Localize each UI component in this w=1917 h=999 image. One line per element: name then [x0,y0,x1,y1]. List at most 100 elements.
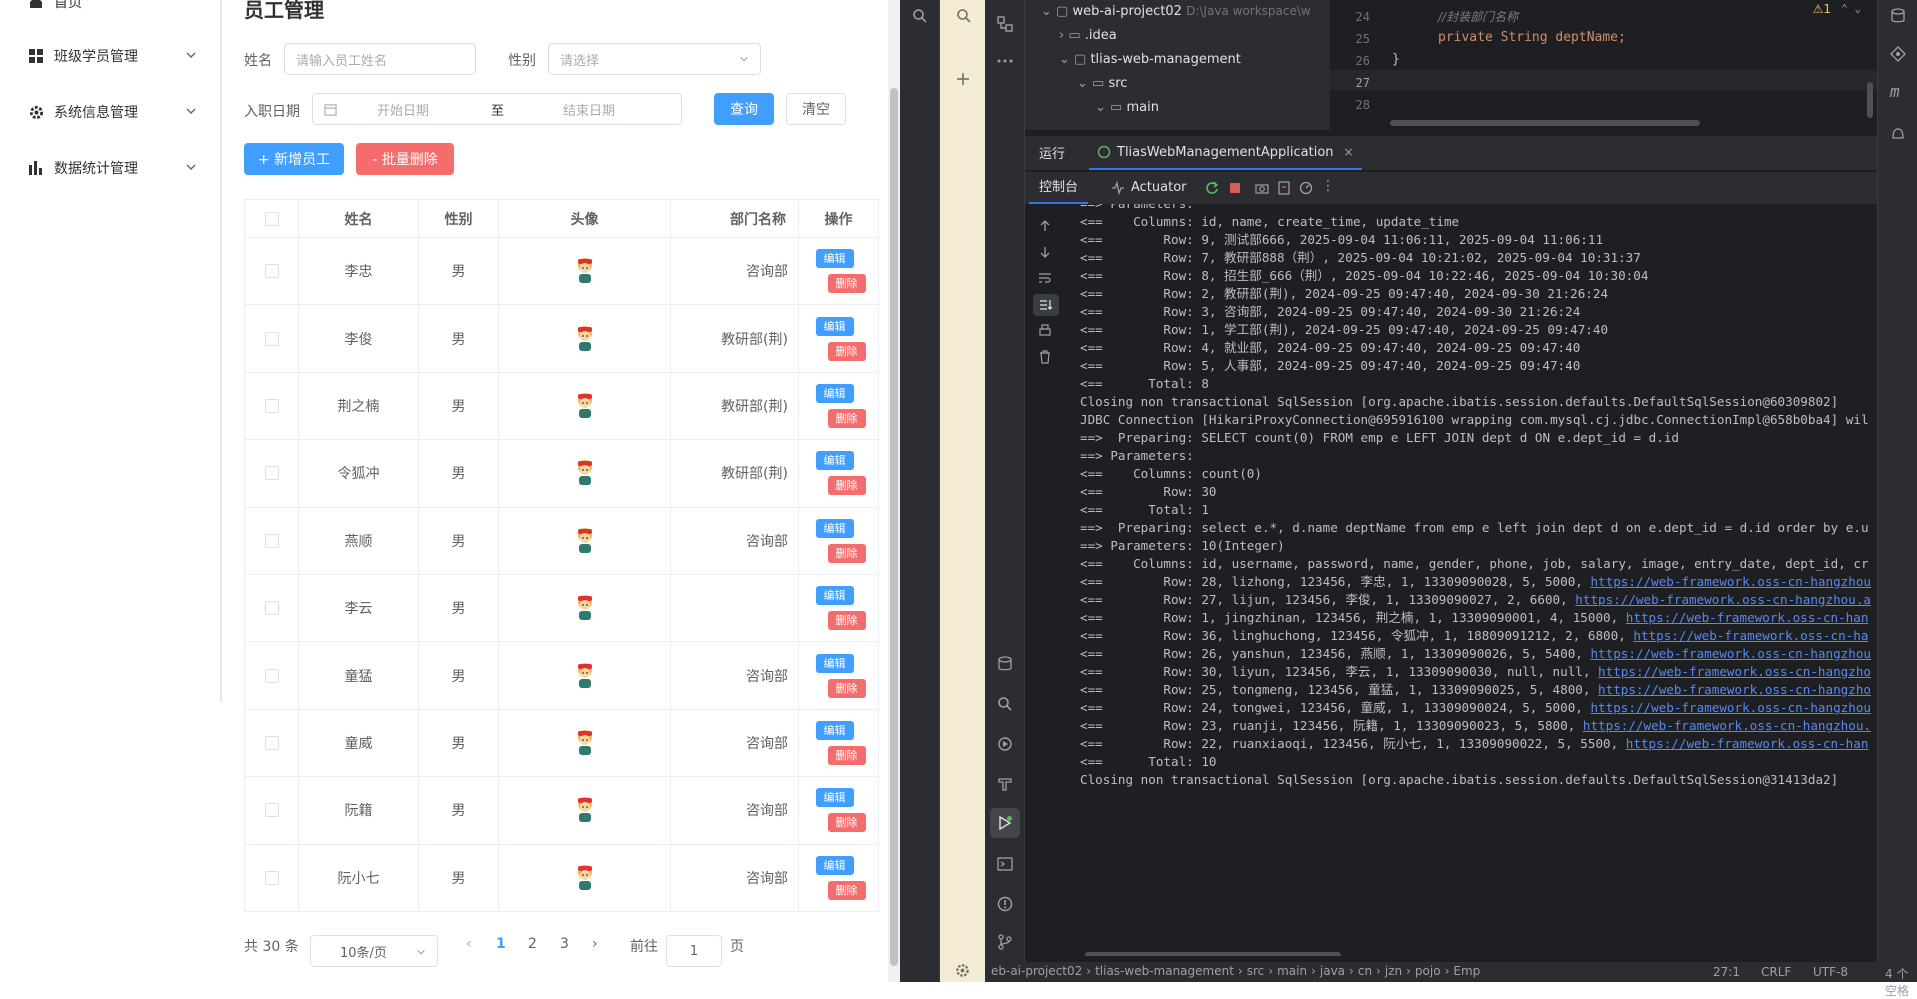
run-tool-active[interactable] [990,808,1020,838]
git-icon[interactable] [997,934,1013,950]
breadcrumb-item[interactable]: cn [1358,964,1372,978]
console-link[interactable]: https://web-framework.oss-cn-hangzhou [1590,646,1871,661]
tab-actuator[interactable]: Actuator [1111,180,1187,195]
console-link[interactable]: https://web-framework.oss-cn-hangzhou [1590,700,1871,715]
settings-icon[interactable] [955,963,970,978]
edit-button[interactable]: 编辑 [815,855,854,875]
trash-icon[interactable] [1038,350,1052,364]
sidebar-item-system-info[interactable]: 系统信息管理 [0,92,220,132]
print-icon[interactable] [1038,324,1052,338]
camera-icon[interactable] [1255,181,1269,195]
page-3[interactable]: 3 [560,936,569,952]
prev-page-button[interactable]: ‹ [466,936,472,952]
sidebar-item-class-student[interactable]: 班级学员管理 [0,36,220,76]
database-icon[interactable] [997,656,1013,672]
scrollbar-thumb[interactable] [890,88,898,966]
row-checkbox[interactable] [244,506,299,575]
database-icon[interactable] [1890,8,1906,24]
row-checkbox[interactable] [244,843,299,912]
edit-button[interactable]: 编辑 [815,653,854,673]
goto-page-input[interactable]: 1 [666,935,722,967]
search-icon[interactable] [912,8,928,24]
edit-button[interactable]: 编辑 [815,518,854,538]
tree-node-src[interactable]: ⌄ ▭ src [1077,76,1127,91]
ai-assistant-icon[interactable] [1890,46,1906,62]
problems-icon[interactable] [997,896,1013,912]
terminal-icon[interactable] [997,856,1013,872]
structure-icon[interactable] [997,16,1013,32]
sidebar-item-data-stats[interactable]: 数据统计管理 [0,148,220,188]
indent-setting[interactable]: 4 个空格 [1885,965,1917,999]
batch-delete-button[interactable]: - 批量删除 [356,143,454,175]
search-icon[interactable] [956,8,972,24]
breadcrumb-item[interactable]: java [1320,964,1345,978]
delete-button[interactable]: 删除 [827,813,866,833]
page-1[interactable]: 1 [496,936,506,952]
more-icon[interactable] [997,58,1013,64]
breadcrumb-item[interactable]: jzn [1385,964,1402,978]
delete-button[interactable]: 删除 [827,611,866,631]
console-link[interactable]: https://web-framework.oss-cn-hangzho [1598,682,1871,697]
editor-vscrollbar[interactable] [1867,82,1873,118]
console-link[interactable]: https://web-framework.oss-cn-hangzhou.a [1575,592,1871,607]
row-checkbox[interactable] [244,776,299,845]
search-icon[interactable] [997,696,1013,712]
delete-button[interactable]: 删除 [827,678,866,698]
row-checkbox[interactable] [244,304,299,373]
date-start[interactable]: 开始日期 [377,100,429,119]
name-input[interactable]: 请输入员工姓名 [284,43,476,75]
breadcrumb-item[interactable]: Emp [1453,964,1480,978]
select-all-checkbox[interactable] [244,199,299,238]
row-checkbox[interactable] [244,573,299,643]
tree-node-idea[interactable]: › ▭ .idea [1059,28,1117,43]
edit-button[interactable]: 编辑 [815,249,854,269]
stop-icon[interactable] [1228,181,1242,195]
edit-button[interactable]: 编辑 [815,788,854,808]
next-page-button[interactable]: › [592,936,598,952]
row-checkbox[interactable] [244,236,299,306]
delete-button[interactable]: 删除 [827,341,866,361]
edit-button[interactable]: 编辑 [815,586,854,606]
page-scrollbar[interactable] [888,0,900,982]
row-checkbox[interactable] [244,641,299,710]
warning-indicator[interactable]: ⚠1 [1813,2,1831,16]
scroll-to-end-toggle[interactable] [1033,294,1059,316]
delete-button[interactable]: 删除 [827,543,866,563]
query-button[interactable]: 查询 [714,93,774,125]
row-checkbox[interactable] [244,439,299,508]
edit-button[interactable]: 编辑 [815,316,854,336]
close-tab-icon[interactable]: × [1344,145,1354,159]
cursor-position[interactable]: 27:1 [1713,965,1740,979]
breadcrumb-item[interactable]: main [1277,964,1307,978]
run-config-tab[interactable]: TliasWebManagementApplication × [1089,136,1362,170]
console-link[interactable]: https://web-framework.oss-cn-han [1626,610,1869,625]
edit-button[interactable]: 编辑 [815,720,854,740]
console-link[interactable]: https://web-framework.oss-cn-han [1626,736,1869,751]
dump-icon[interactable] [1277,181,1291,195]
page-2[interactable]: 2 [528,936,537,952]
plus-icon[interactable] [956,72,970,86]
console-link[interactable]: https://web-framework.oss-cn-hangzho [1598,664,1871,679]
tree-node-main[interactable]: ⌄ ▭ main [1095,100,1159,115]
console-hscrollbar[interactable] [1085,952,1341,956]
breadcrumb-item[interactable]: pojo [1415,964,1441,978]
rerun-icon[interactable] [1205,181,1219,195]
breadcrumb-item[interactable]: src [1247,964,1265,978]
tree-node-project[interactable]: ⌄ ▢ web-ai-project02 D:\Java workspace\w [1041,4,1311,19]
page-size-select[interactable]: 10条/页 [310,935,438,967]
row-checkbox[interactable] [244,371,299,441]
delete-button[interactable]: 删除 [827,745,866,765]
breadcrumb-item[interactable]: tlias-web-management [1095,964,1234,978]
breadcrumb-item[interactable]: eb-ai-project02 [991,964,1082,978]
profiler-icon[interactable] [1299,181,1313,195]
clear-button[interactable]: 清空 [786,93,846,125]
tree-node-module[interactable]: ⌄ ▢ tlias-web-management [1059,52,1241,67]
maven-icon[interactable]: m [1890,82,1900,101]
date-end[interactable]: 结束日期 [563,100,615,119]
delete-button[interactable]: 删除 [827,880,866,900]
code-editor[interactable]: 24 25 26 27 28 //封装部门名称 private String d… [1330,0,1877,130]
line-separator[interactable]: CRLF [1761,965,1791,979]
console-link[interactable]: https://web-framework.oss-cn-ha [1633,628,1868,643]
nav-arrows[interactable]: ⌃ ⌄ [1841,2,1861,15]
delete-button[interactable]: 删除 [827,274,866,294]
